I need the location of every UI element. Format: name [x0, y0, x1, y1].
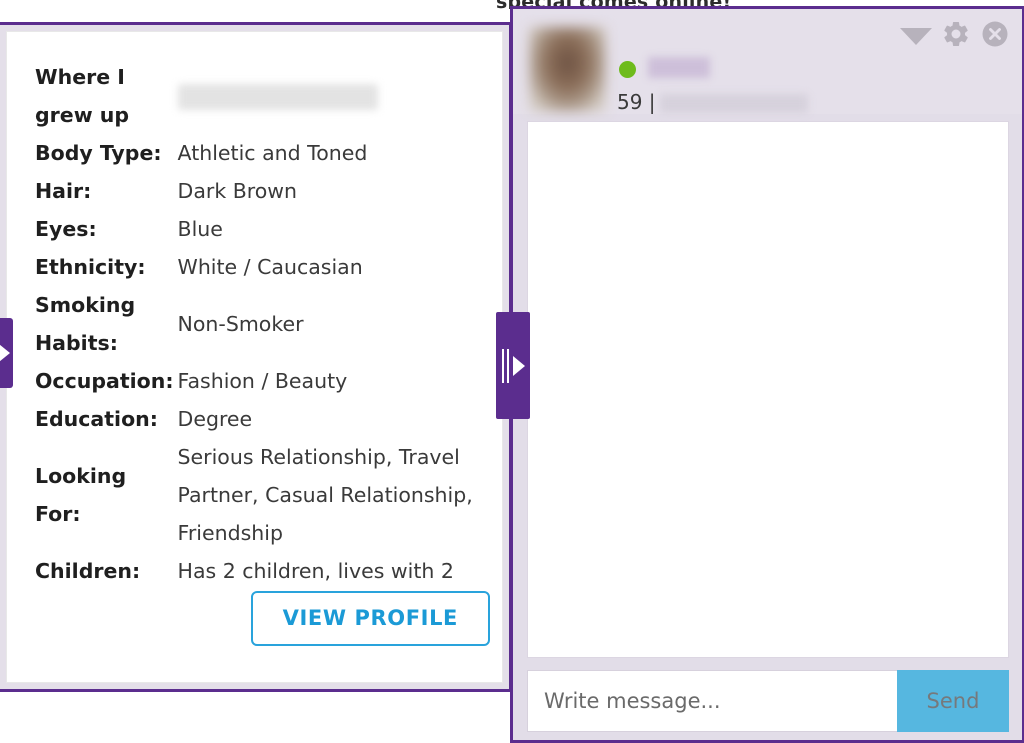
- avatar[interactable]: [529, 27, 606, 112]
- table-row: Education: Degree: [35, 400, 485, 438]
- table-row: Body Type: Athletic and Toned: [35, 134, 485, 172]
- view-profile-button[interactable]: VIEW PROFILE: [250, 591, 490, 646]
- chat-user-age-and-separator: 59 |: [617, 90, 656, 114]
- status-badge-online: [619, 61, 636, 78]
- detail-value-hair: Dark Brown: [177, 179, 298, 203]
- detail-label-ethnicity: Ethnicity:: [35, 255, 146, 279]
- table-row: Smoking Habits: Non-Smoker: [35, 286, 485, 362]
- table-row: Occupation: Fashion / Beauty: [35, 362, 485, 400]
- table-row: Ethnicity: White / Caucasian: [35, 248, 485, 286]
- detail-label-education: Education:: [35, 407, 158, 431]
- chat-message-area[interactable]: [527, 121, 1009, 658]
- detail-label-smoking-habits: Smoking Habits:: [35, 293, 136, 355]
- chat-window-controls: [900, 19, 1010, 49]
- detail-value-smoking-habits: Non-Smoker: [177, 312, 304, 336]
- profile-detail-table: Where I grew up Body Type: Athletic and …: [35, 58, 485, 590]
- screen-root: special comes online! Where I grew up Bo…: [0, 0, 1024, 743]
- detail-value-education: Degree: [177, 407, 253, 431]
- gear-icon[interactable]: [941, 19, 971, 49]
- table-row: Eyes: Blue: [35, 210, 485, 248]
- message-input[interactable]: [527, 670, 897, 732]
- detail-label-looking-for: Looking For:: [35, 464, 127, 526]
- detail-label-eyes: Eyes:: [35, 217, 97, 241]
- detail-value-ethnicity: White / Caucasian: [177, 255, 363, 279]
- detail-value-occupation: Fashion / Beauty: [177, 369, 348, 393]
- table-row: Hair: Dark Brown: [35, 172, 485, 210]
- left-panel-toggle-tab[interactable]: [0, 318, 13, 388]
- detail-value-looking-for: Serious Relationship, Travel Partner, Ca…: [177, 445, 473, 545]
- detail-value-where-i-grew-up: [177, 58, 485, 134]
- chat-header: 59 |: [513, 9, 1022, 114]
- table-row: Looking For: Serious Relationship, Trave…: [35, 438, 485, 552]
- close-icon[interactable]: [980, 19, 1010, 49]
- detail-label-body-type: Body Type:: [35, 141, 162, 165]
- table-row: Where I grew up: [35, 58, 485, 134]
- send-button[interactable]: Send: [897, 670, 1009, 732]
- detail-label-occupation: Occupation:: [35, 369, 174, 393]
- profile-card-frame: Where I grew up Body Type: Athletic and …: [0, 22, 512, 692]
- redacted-bar: [177, 84, 378, 110]
- chat-user-location-redacted: [659, 94, 808, 113]
- chat-user-meta: 59 |: [617, 91, 808, 113]
- detail-label-where-i-grew-up: Where I grew up: [35, 65, 130, 127]
- chat-user-name: [648, 57, 710, 78]
- detail-value-eyes: Blue: [177, 217, 223, 241]
- arrow-right-icon: [0, 344, 10, 362]
- detail-value-body-type: Athletic and Toned: [177, 141, 368, 165]
- detail-label-hair: Hair:: [35, 179, 92, 203]
- view-profile-container: VIEW PROFILE: [7, 591, 494, 646]
- detail-label-children: Children:: [35, 559, 141, 583]
- chat-window: 59 | Send: [510, 6, 1024, 743]
- chat-input-row: Send: [527, 670, 1009, 732]
- detail-value-children: Has 2 children, lives with 2: [177, 559, 454, 583]
- table-row: Children: Has 2 children, lives with 2: [35, 552, 485, 590]
- chevron-down-icon[interactable]: [900, 28, 932, 45]
- profile-card: Where I grew up Body Type: Athletic and …: [6, 31, 503, 683]
- skip-forward-bars-icon: [502, 348, 509, 383]
- skip-forward-arrow-icon: [513, 355, 525, 376]
- panel-collapse-tab[interactable]: [496, 312, 530, 419]
